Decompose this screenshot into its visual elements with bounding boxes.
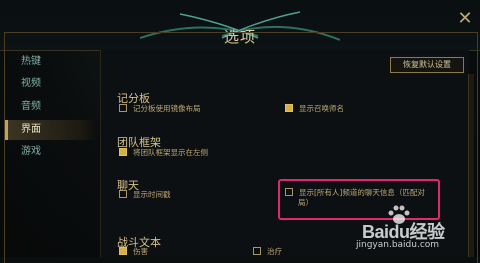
option-party-frames-left[interactable]: 将团队框架显示在左侧 (119, 148, 208, 158)
option-show-timestamps[interactable]: 显示时间戳 (119, 190, 171, 200)
checkbox-icon[interactable] (253, 247, 261, 255)
option-damage[interactable]: 伤害 (119, 247, 148, 257)
sidebar-item-audio[interactable]: 音频 (5, 97, 97, 117)
options-window: 选项 ✕ 热键 视频 音频 界面 游戏 恢复默认设置 记分板 记分板使用镜像布局… (0, 0, 480, 263)
checkbox-checked-icon[interactable] (119, 247, 127, 255)
sidebar-item-hotkeys[interactable]: 热键 (5, 52, 97, 72)
sidebar: 热键 视频 音频 界面 游戏 (5, 52, 97, 257)
sidebar-item-game[interactable]: 游戏 (5, 142, 97, 162)
close-icon[interactable]: ✕ (452, 6, 478, 32)
sidebar-item-interface[interactable]: 界面 (5, 120, 97, 140)
sidebar-item-video[interactable]: 视频 (5, 74, 97, 94)
checkbox-checked-icon[interactable] (119, 148, 127, 156)
checkbox-checked-icon[interactable] (285, 104, 293, 112)
option-show-summoner-names[interactable]: 显示召唤师名 (285, 104, 344, 114)
checkbox-icon[interactable] (119, 190, 127, 198)
option-healing[interactable]: 治疗 (253, 247, 282, 257)
watermark-url: jingyan.baidu.com (356, 240, 440, 250)
option-mirror-scoreboard[interactable]: 记分板使用镜像布局 (119, 104, 201, 114)
checkbox-icon[interactable] (119, 104, 127, 112)
baidu-watermark: Baidu经验 jingyan.baidu.com (322, 204, 478, 254)
reset-defaults-button[interactable]: 恢复默认设置 (390, 57, 464, 73)
